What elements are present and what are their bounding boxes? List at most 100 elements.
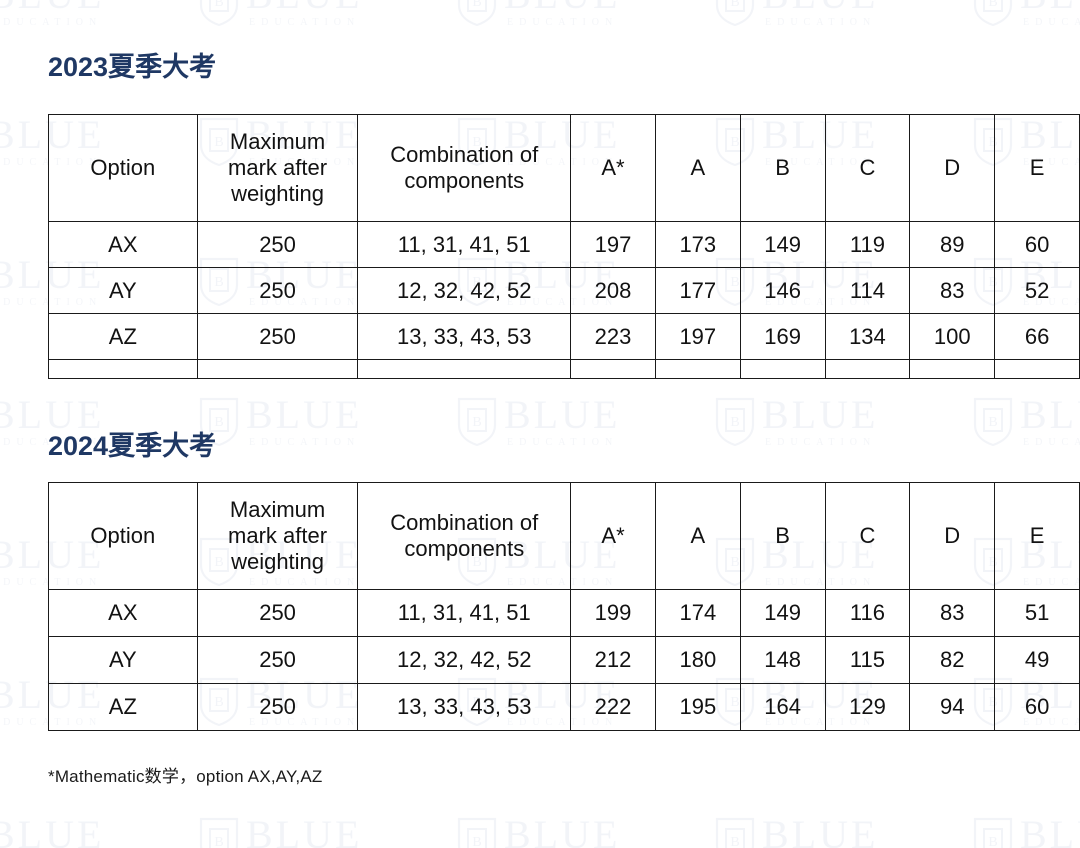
combination-line-2: components (404, 536, 525, 561)
combination-line-1: Combination of (390, 142, 539, 168)
cell-grade-a-star (570, 359, 656, 379)
watermark-logo: BBLUEEDUCATION (0, 810, 170, 848)
grade-boundaries-table-2024: Option Maximum mark after weighting Comb… (48, 482, 1080, 731)
cell-grade-a: 197 (654, 313, 741, 360)
cell-grade-b (739, 359, 826, 379)
cell-grade-a-star: 208 (570, 267, 656, 314)
column-header-grade-d: D (909, 482, 996, 590)
cell-option: AY (48, 636, 198, 684)
column-header-grade-b: B (739, 482, 826, 590)
cell-grade-d: 83 (909, 589, 996, 637)
shield-icon: B (198, 0, 240, 27)
watermark-logo: BBLUEEDUCATION (198, 0, 428, 32)
watermark-tagline: EDUCATION (1023, 16, 1080, 28)
watermark-brand: BLUE (1020, 0, 1080, 15)
cell-grade-d (909, 359, 996, 379)
max-mark-line-1: Maximum (229, 497, 326, 523)
watermark-brand: BLUE (0, 0, 104, 15)
svg-text:B: B (472, 0, 481, 10)
table-row: AX 250 11, 31, 41, 51 199 174 149 116 83… (48, 589, 1080, 637)
cell-max-mark: 250 (196, 221, 359, 268)
shield-icon: B (714, 815, 756, 848)
combination-line-2: components (404, 168, 525, 193)
cell-grade-d: 83 (909, 267, 996, 314)
cell-combination: 12, 32, 42, 52 (357, 267, 572, 314)
column-header-grade-c: C (824, 482, 911, 590)
cell-grade-b: 169 (739, 313, 826, 360)
footnote-text: *Mathematic数学，option AX,AY,AZ (48, 767, 323, 786)
shield-icon: B (714, 395, 756, 447)
column-header-option: Option (48, 482, 198, 590)
column-header-grade-b: B (739, 114, 826, 222)
table-header-row: Option Maximum mark after weighting Comb… (48, 114, 1080, 222)
column-header-combination: Combination of components (357, 114, 572, 222)
svg-text:B: B (214, 0, 223, 10)
cell-grade-a: 177 (654, 267, 741, 314)
column-header-grade-e: E (994, 482, 1080, 590)
column-header-combination: Combination of components (357, 482, 572, 590)
watermark-brand: BLUE (0, 811, 105, 848)
column-header-grade-c: C (824, 114, 911, 222)
cell-combination: 13, 33, 43, 53 (357, 683, 572, 731)
cell-grade-b: 146 (739, 267, 826, 314)
watermark-tagline: EDUCATION (765, 436, 877, 448)
cell-grade-c: 114 (824, 267, 911, 314)
column-header-grade-a: A (654, 482, 741, 590)
svg-text:B: B (730, 0, 739, 10)
cell-grade-e: 49 (994, 636, 1080, 684)
cell-combination: 12, 32, 42, 52 (357, 636, 572, 684)
column-header-max-mark: Maximum mark after weighting (196, 114, 359, 222)
column-header-grade-e: E (994, 114, 1080, 222)
cell-grade-a (654, 359, 741, 379)
watermark-tagline: EDUCATION (249, 16, 361, 28)
cell-max-mark: 250 (196, 313, 359, 360)
cell-combination: 11, 31, 41, 51 (357, 589, 572, 637)
cell-grade-a-star: 212 (570, 636, 656, 684)
svg-text:B: B (472, 415, 481, 430)
shield-icon: B (456, 815, 498, 848)
cell-grade-c: 129 (824, 683, 911, 731)
shield-icon: B (714, 0, 756, 27)
max-mark-line-2: mark after (228, 155, 328, 181)
watermark-tagline: EDUCATION (507, 16, 619, 28)
cell-grade-a-star: 223 (570, 313, 656, 360)
cell-option: AZ (48, 313, 198, 360)
svg-text:B: B (472, 835, 481, 848)
cell-grade-d: 82 (909, 636, 996, 684)
watermark-brand: BLUE (1020, 811, 1080, 848)
watermark-logo: BBLUEEDUCATION (456, 0, 686, 32)
cell-grade-e: 51 (994, 589, 1080, 637)
watermark-logo: BBLUEEDUCATION (714, 810, 944, 848)
table-row: AZ 250 13, 33, 43, 53 222 195 164 129 94… (48, 683, 1080, 731)
cell-grade-e: 60 (994, 683, 1080, 731)
watermark-logo: BBLUEEDUCATION (198, 390, 428, 452)
cell-option: AZ (48, 683, 198, 731)
cell-option (48, 359, 198, 379)
grade-boundaries-table-2023: Option Maximum mark after weighting Comb… (48, 114, 1080, 379)
table-row: AY 250 12, 32, 42, 52 208 177 146 114 83… (48, 267, 1080, 314)
watermark-brand: BLUE (762, 0, 878, 15)
cell-option: AY (48, 267, 198, 314)
watermark-logo: BBLUEEDUCATION (456, 810, 686, 848)
cell-option: AX (48, 221, 198, 268)
cell-grade-a-star: 197 (570, 221, 656, 268)
cell-grade-b: 164 (739, 683, 826, 731)
svg-text:B: B (214, 835, 223, 848)
cell-grade-e: 52 (994, 267, 1080, 314)
column-header-grade-d: D (909, 114, 996, 222)
watermark-logo: BBLUEEDUCATION (714, 390, 944, 452)
watermark-logo: BBLUEEDUCATION (972, 810, 1080, 848)
cell-max-mark: 250 (196, 683, 359, 731)
cell-max-mark: 250 (196, 589, 359, 637)
cell-grade-c: 116 (824, 589, 911, 637)
section-heading-2024: 2024夏季大考 (48, 431, 217, 461)
cell-combination: 11, 31, 41, 51 (357, 221, 572, 268)
watermark-tagline: EDUCATION (507, 436, 619, 448)
watermark-brand: BLUE (504, 391, 621, 437)
column-header-grade-a: A (654, 114, 741, 222)
cell-combination (357, 359, 572, 379)
shield-icon: B (456, 395, 498, 447)
svg-text:B: B (730, 835, 739, 848)
svg-text:B: B (988, 415, 997, 430)
cell-grade-a: 180 (654, 636, 741, 684)
